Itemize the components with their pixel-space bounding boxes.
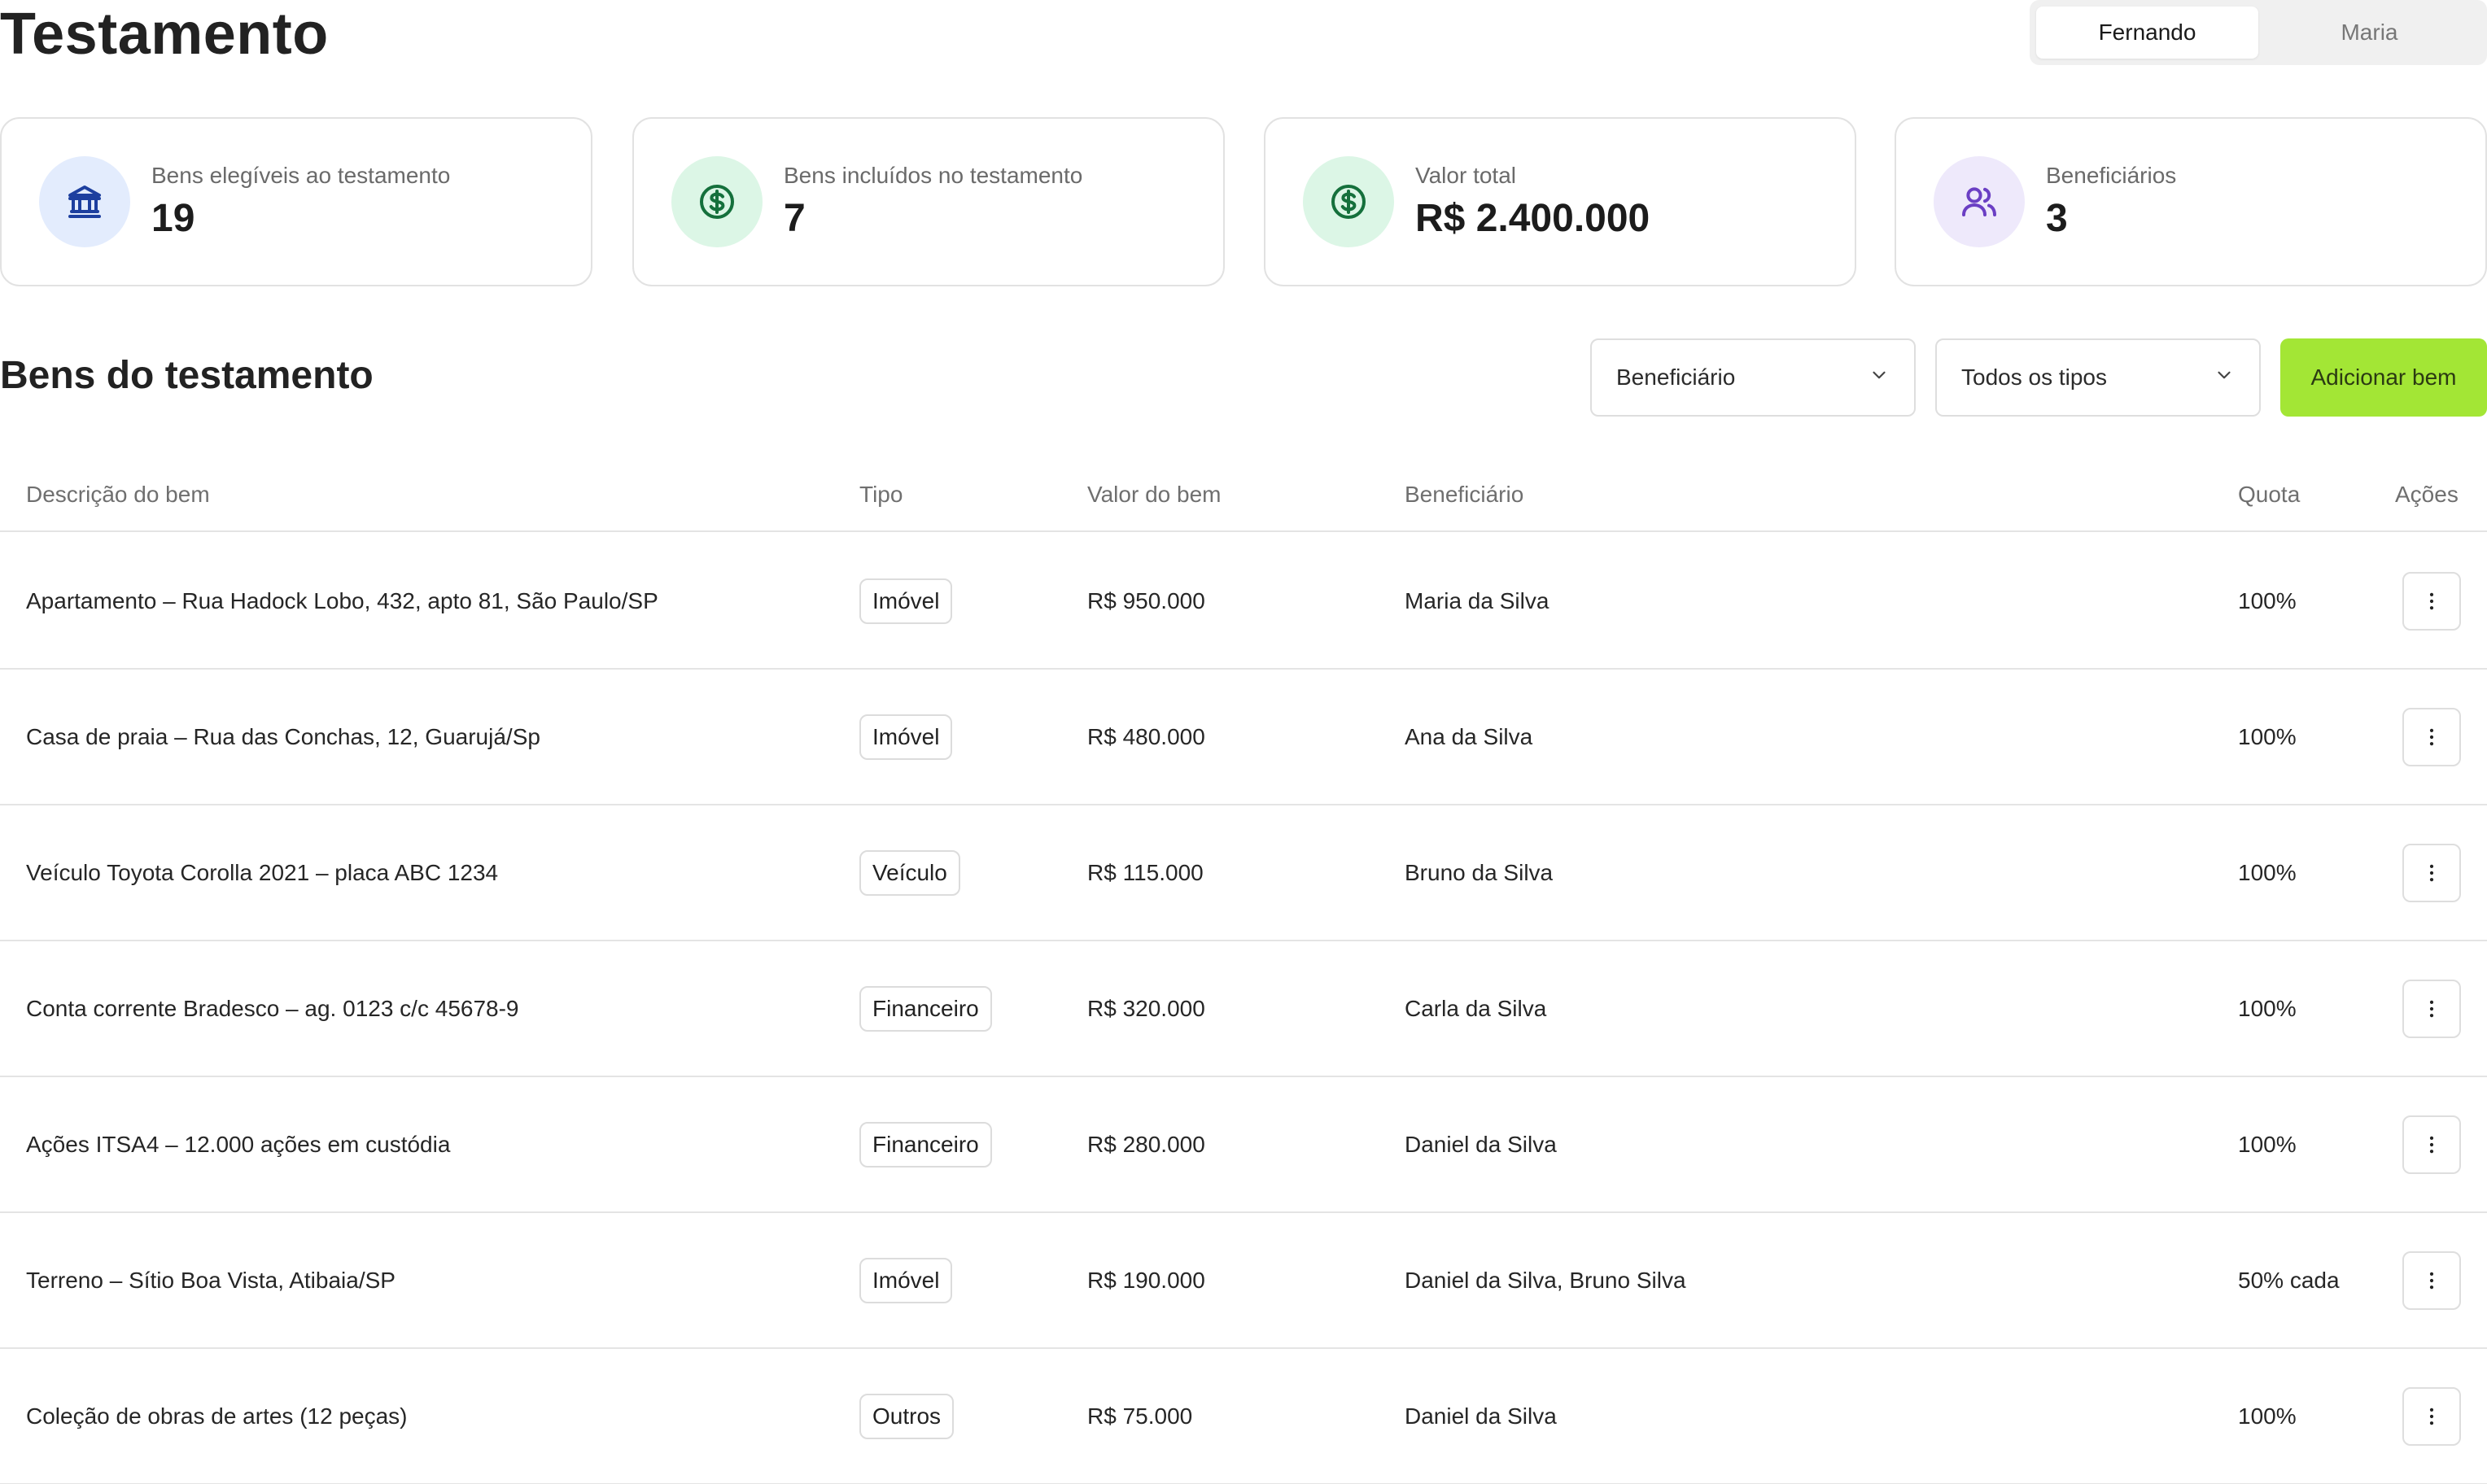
table-header: Descrição do bem Tipo Valor do bem Benef… <box>0 467 2487 532</box>
section-title: Bens do testamento <box>0 354 374 397</box>
cell-description: Ações ITSA4 – 12.000 ações em custódia <box>26 1131 451 1157</box>
cell-quota: 100% <box>2238 723 2297 749</box>
cell-description: Casa de praia – Rua das Conchas, 12, Gua… <box>26 723 540 749</box>
table-row: Conta corrente Bradesco – ag. 0123 c/c 4… <box>0 941 2487 1077</box>
type-badge: Imóvel <box>859 714 953 760</box>
more-vertical-icon <box>2429 1136 2434 1153</box>
cell-description: Conta corrente Bradesco – ag. 0123 c/c 4… <box>26 995 519 1021</box>
cell-description: Terreno – Sítio Boa Vista, Atibaia/SP <box>26 1267 396 1293</box>
column-header-value: Valor do bem <box>1087 482 1222 507</box>
row-actions-button[interactable] <box>2402 843 2461 902</box>
cell-beneficiary: Maria da Silva <box>1405 587 1549 613</box>
column-header-quota: Quota <box>2238 482 2301 507</box>
row-actions-button[interactable] <box>2402 979 2461 1038</box>
stat-card-beneficiaries: Beneficiários 3 <box>1895 117 2487 286</box>
column-header-actions: Ações <box>2395 482 2459 507</box>
column-header-description: Descrição do bem <box>26 482 210 507</box>
type-badge: Veículo <box>859 849 960 896</box>
stat-label: Bens elegíveis ao testamento <box>151 163 451 188</box>
cell-quota: 100% <box>2238 1131 2297 1157</box>
more-vertical-icon <box>2429 592 2434 609</box>
more-vertical-icon <box>2429 1272 2434 1289</box>
table-row: Coleção de obras de artes (12 peças) Out… <box>0 1349 2487 1484</box>
chevron-down-icon <box>1869 364 1890 391</box>
more-vertical-icon <box>2429 1408 2434 1425</box>
type-badge: Imóvel <box>859 578 953 624</box>
cell-value: R$ 190.000 <box>1087 1267 1205 1293</box>
toggle-maria[interactable]: Maria <box>2258 7 2480 59</box>
table-row: Veículo Toyota Corolla 2021 – placa ABC … <box>0 805 2487 941</box>
cell-beneficiary: Daniel da Silva <box>1405 1403 1557 1429</box>
dollar-circle-icon <box>1303 156 1394 247</box>
table-row: Terreno – Sítio Boa Vista, Atibaia/SP Im… <box>0 1213 2487 1349</box>
type-badge: Outros <box>859 1393 955 1439</box>
stat-card-total-value: Valor total R$ 2.400.000 <box>1264 117 1856 286</box>
stat-value: 19 <box>151 197 195 240</box>
row-actions-button[interactable] <box>2402 571 2461 631</box>
cell-quota: 100% <box>2238 587 2297 613</box>
cell-value: R$ 75.000 <box>1087 1403 1193 1429</box>
stat-value: R$ 2.400.000 <box>1415 197 1650 240</box>
cell-beneficiary: Daniel da Silva, Bruno Silva <box>1405 1267 1686 1293</box>
cell-description: Veículo Toyota Corolla 2021 – placa ABC … <box>26 859 499 885</box>
column-header-type: Tipo <box>859 482 903 507</box>
cell-beneficiary: Carla da Silva <box>1405 995 1547 1021</box>
add-asset-button[interactable]: Adicionar bem <box>2280 338 2487 417</box>
cell-value: R$ 950.000 <box>1087 587 1205 613</box>
type-badge: Financeiro <box>859 1121 992 1168</box>
users-icon <box>1934 156 2025 247</box>
beneficiary-filter-value: Beneficiário <box>1616 364 1736 390</box>
type-filter-value: Todos os tipos <box>1961 364 2107 390</box>
stat-card-included-assets: Bens incluídos no testamento 7 <box>632 117 1225 286</box>
cell-value: R$ 320.000 <box>1087 995 1205 1021</box>
table-row: Apartamento – Rua Hadock Lobo, 432, apto… <box>0 534 2487 670</box>
stat-label: Beneficiários <box>2046 163 2177 188</box>
stat-value: 7 <box>784 197 806 240</box>
more-vertical-icon <box>2429 864 2434 881</box>
bank-icon <box>39 156 130 247</box>
beneficiary-filter-select[interactable]: Beneficiário <box>1590 338 1916 417</box>
toggle-fernando[interactable]: Fernando <box>2036 7 2258 59</box>
type-filter-select[interactable]: Todos os tipos <box>1935 338 2261 417</box>
cell-description: Coleção de obras de artes (12 peças) <box>26 1403 408 1429</box>
stat-card-eligible-assets: Bens elegíveis ao testamento 19 <box>0 117 592 286</box>
type-badge: Financeiro <box>859 985 992 1032</box>
table-row: Ações ITSA4 – 12.000 ações em custódia F… <box>0 1077 2487 1213</box>
cell-quota: 100% <box>2238 859 2297 885</box>
cell-description: Apartamento – Rua Hadock Lobo, 432, apto… <box>26 587 658 613</box>
stat-label: Valor total <box>1415 163 1516 188</box>
row-actions-button[interactable] <box>2402 1115 2461 1174</box>
column-header-beneficiary: Beneficiário <box>1405 482 1524 507</box>
cell-quota: 100% <box>2238 1403 2297 1429</box>
row-actions-button[interactable] <box>2402 1250 2461 1310</box>
cell-value: R$ 115.000 <box>1087 859 1204 885</box>
cell-beneficiary: Ana da Silva <box>1405 723 1533 749</box>
row-actions-button[interactable] <box>2402 1386 2461 1446</box>
cell-value: R$ 480.000 <box>1087 723 1205 749</box>
cell-beneficiary: Daniel da Silva <box>1405 1131 1557 1157</box>
page-title: Testamento <box>0 2 329 67</box>
more-vertical-icon <box>2429 1000 2434 1017</box>
person-toggle: Fernando Maria <box>2030 0 2487 65</box>
dollar-circle-icon <box>671 156 763 247</box>
stat-label: Bens incluídos no testamento <box>784 163 1083 188</box>
row-actions-button[interactable] <box>2402 707 2461 766</box>
table-row: Casa de praia – Rua das Conchas, 12, Gua… <box>0 670 2487 805</box>
stat-value: 3 <box>2046 197 2068 240</box>
cell-quota: 100% <box>2238 995 2297 1021</box>
cell-beneficiary: Bruno da Silva <box>1405 859 1554 885</box>
more-vertical-icon <box>2429 728 2434 745</box>
chevron-down-icon <box>2214 364 2235 391</box>
page: Testamento Fernando Maria Bens elegíveis… <box>0 0 2487 1484</box>
cell-quota: 50% cada <box>2238 1267 2340 1293</box>
type-badge: Imóvel <box>859 1257 953 1303</box>
cell-value: R$ 280.000 <box>1087 1131 1205 1157</box>
